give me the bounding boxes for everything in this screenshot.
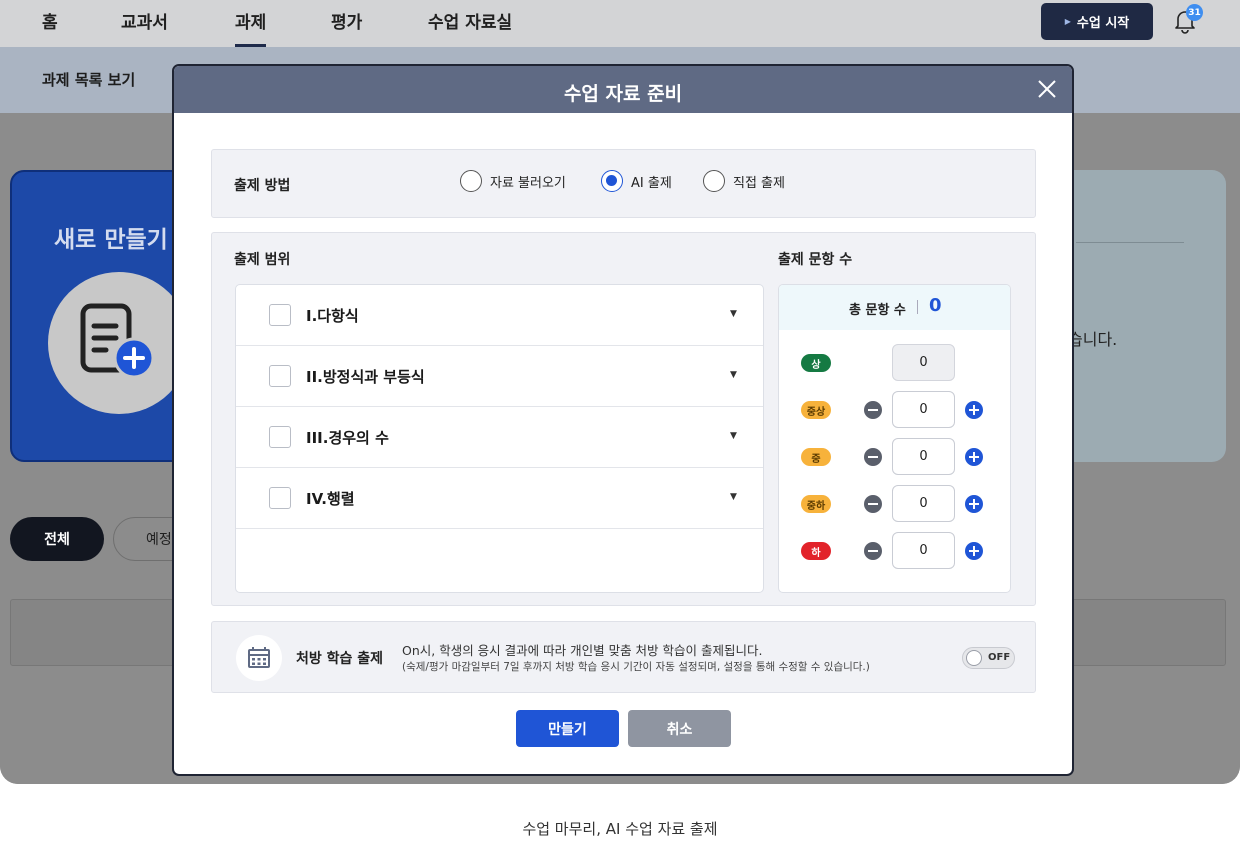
unit-checkbox[interactable] (269, 426, 291, 448)
prescription-description: On시, 학생의 응시 결과에 따라 개인별 맞춤 처방 학습이 출제됩니다. (402, 643, 763, 658)
create-button[interactable]: 만들기 (516, 710, 619, 747)
calendar-icon-circle (236, 635, 282, 681)
unit-name: IV.행렬 (306, 490, 355, 508)
level-count-input[interactable]: 0 (892, 485, 955, 522)
modal-header: 수업 자료 준비 (174, 66, 1072, 113)
unit-row[interactable]: III.경우의 수 ▼ (236, 407, 763, 468)
radio-load-materials[interactable]: 자료 불러오기 (460, 170, 566, 192)
new-card-icon-circle (48, 272, 190, 414)
level-row-mid: 중 0 (779, 438, 1010, 476)
level-badge: 중 (801, 448, 831, 466)
prescription-panel: 처방 학습 출제 On시, 학생의 응시 결과에 따라 개인별 맞춤 처방 학습… (211, 621, 1036, 693)
radio-ai-label: AI 출제 (631, 175, 672, 191)
unit-name: I.다항식 (306, 307, 359, 325)
notification-badge: 31 (1186, 4, 1203, 21)
radio-manual-circle[interactable] (703, 170, 725, 192)
new-document-icon (80, 303, 155, 379)
level-badge: 중상 (801, 401, 831, 419)
calendar-icon (248, 647, 270, 668)
unit-list: I.다항식 ▼ II.방정식과 부등식 ▼ III.경우의 수 ▼ IV.행렬 … (235, 284, 764, 593)
unit-name: II.방정식과 부등식 (306, 368, 425, 386)
nav-materials[interactable]: 수업 자료실 (428, 8, 512, 33)
decrement-button[interactable] (864, 401, 882, 419)
play-icon: ▶ (1064, 17, 1071, 26)
decrement-button[interactable] (864, 448, 882, 466)
caret-down-icon[interactable]: ▼ (730, 492, 737, 502)
level-count-input[interactable]: 0 (892, 532, 955, 569)
level-badge: 하 (801, 542, 831, 560)
range-panel: 출제 범위 출제 문항 수 I.다항식 ▼ II.방정식과 부등식 ▼ III.… (211, 232, 1036, 606)
cancel-button[interactable]: 취소 (628, 710, 731, 747)
unit-row[interactable]: IV.행렬 ▼ (236, 468, 763, 529)
radio-load-label: 자료 불러오기 (490, 175, 566, 191)
new-card-title: 새로 만들기 (54, 227, 168, 253)
radio-ai-circle[interactable] (601, 170, 623, 192)
unit-checkbox[interactable] (269, 487, 291, 509)
prescription-toggle[interactable]: OFF (962, 647, 1015, 669)
caret-down-icon[interactable]: ▼ (730, 370, 737, 380)
nav-assignment[interactable]: 과제 (235, 8, 267, 47)
total-divider (917, 300, 918, 314)
radio-load-circle[interactable] (460, 170, 482, 192)
level-row-mid-high: 중상 0 (779, 391, 1010, 429)
filter-all-button[interactable]: 전체 (10, 517, 104, 561)
increment-button[interactable] (965, 495, 983, 513)
radio-manual-label: 직접 출제 (733, 175, 785, 191)
nav-home[interactable]: 홈 (42, 8, 58, 33)
caret-down-icon[interactable]: ▼ (730, 431, 737, 441)
increment-button[interactable] (965, 448, 983, 466)
caption: 수업 마무리, AI 수업 자료 출제 (522, 820, 718, 838)
assignment-list-link[interactable]: 과제 목록 보기 (42, 69, 135, 90)
level-count-input[interactable]: 0 (892, 391, 955, 428)
level-row-high: 상 0 (779, 344, 1010, 382)
caret-down-icon[interactable]: ▼ (730, 309, 737, 319)
level-row-mid-low: 중하 0 (779, 485, 1010, 523)
level-badge: 중하 (801, 495, 831, 513)
level-count-input: 0 (892, 344, 955, 381)
start-class-button[interactable]: ▶ 수업 시작 (1041, 3, 1153, 40)
modal-title: 수업 자료 준비 (563, 83, 683, 105)
close-icon[interactable] (1036, 78, 1058, 100)
prescription-note: (숙제/평가 마감일부터 7일 후까지 처방 학습 응시 기간이 자동 설정되며… (402, 661, 870, 673)
increment-button[interactable] (965, 401, 983, 419)
total-count-label: 총 문항 수 (849, 303, 906, 318)
prepare-materials-modal: 수업 자료 준비 출제 방법 자료 불러오기 AI 출제 직접 출제 출제 범위… (172, 64, 1074, 776)
method-panel: 출제 방법 자료 불러오기 AI 출제 직접 출제 (211, 149, 1036, 218)
question-count-box: 총 문항 수 0 상 0 중상 0 중 0 중하 0 하 0 (778, 284, 1011, 593)
prescription-label: 처방 학습 출제 (296, 651, 384, 667)
top-nav: 홈 교과서 과제 평가 수업 자료실 ▶ 수업 시작 31 (0, 0, 1240, 47)
info-card-text: 습니다. (1068, 330, 1118, 349)
decrement-button[interactable] (864, 542, 882, 560)
unit-name: III.경우의 수 (306, 429, 389, 447)
nav-evaluation[interactable]: 평가 (331, 8, 362, 33)
nav-textbook[interactable]: 교과서 (121, 8, 168, 33)
count-label: 출제 문항 수 (778, 252, 853, 268)
unit-row[interactable]: I.다항식 ▼ (236, 285, 763, 346)
decrement-button[interactable] (864, 495, 882, 513)
level-count-input[interactable]: 0 (892, 438, 955, 475)
toggle-knob (966, 650, 982, 666)
unit-checkbox[interactable] (269, 365, 291, 387)
radio-ai-generate[interactable]: AI 출제 (601, 170, 672, 192)
unit-row[interactable]: II.방정식과 부등식 ▼ (236, 346, 763, 407)
unit-checkbox[interactable] (269, 304, 291, 326)
toggle-state: OFF (988, 652, 1011, 663)
total-count-row: 총 문항 수 0 (779, 285, 1010, 330)
info-divider (1076, 242, 1184, 243)
radio-manual[interactable]: 직접 출제 (703, 170, 785, 192)
total-count-value: 0 (929, 295, 942, 316)
level-badge: 상 (801, 354, 831, 372)
increment-button[interactable] (965, 542, 983, 560)
info-card: 습니다. (1060, 170, 1226, 462)
method-label: 출제 방법 (234, 178, 291, 194)
start-class-label: 수업 시작 (1076, 16, 1130, 31)
range-label: 출제 범위 (234, 252, 291, 268)
level-row-low: 하 0 (779, 532, 1010, 570)
